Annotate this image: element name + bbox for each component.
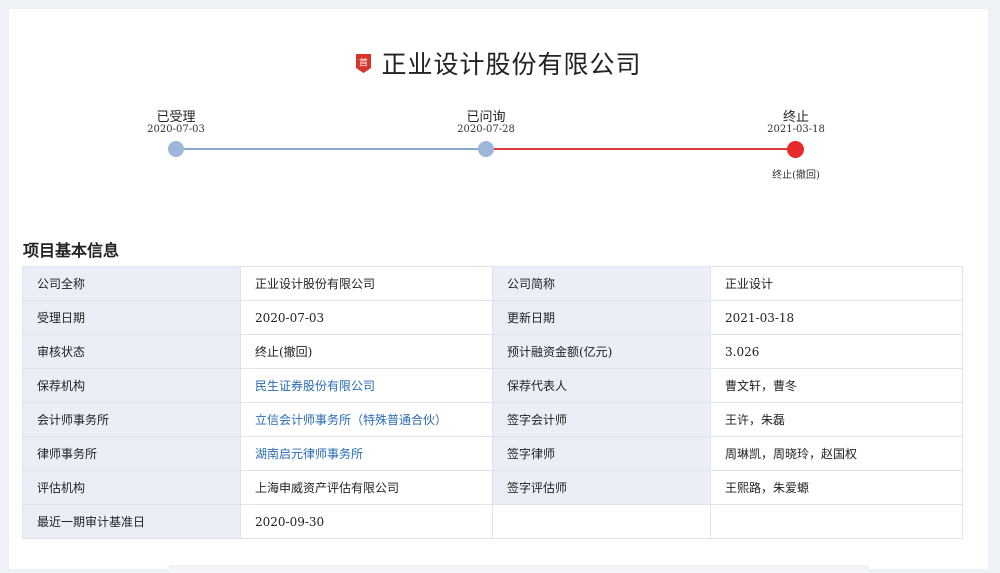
field-label: 受理日期 [22, 300, 241, 335]
table-row: 审核状态 终止(撤回) 预计融资金额(亿元) 3.026 [22, 334, 963, 369]
field-value: 终止(撤回) [240, 334, 493, 369]
field-value: 2020-09-30 [240, 504, 493, 539]
progress-timeline: 已受理 2020-07-03 已问询 2020-07-28 终止 2021-03… [9, 9, 988, 209]
field-value: 正业设计 [710, 266, 963, 301]
step-2-date: 2020-07-28 [457, 124, 515, 135]
field-value: 上海申威资产评估有限公司 [240, 470, 493, 505]
step-2-dot [478, 141, 494, 157]
project-card: 首 正业设计股份有限公司 已受理 2020-07-03 已问询 2020-07-… [9, 9, 988, 573]
step-2-label: 已问询 [466, 110, 506, 125]
field-value: 2020-07-03 [240, 300, 493, 335]
table-row: 律师事务所 湖南启元律师事务所 签字律师 周琳凯，周晓玲，赵国权 [22, 436, 963, 471]
field-label: 公司简称 [492, 266, 711, 301]
field-value: 周琳凯，周晓玲，赵国权 [710, 436, 963, 471]
table-row: 评估机构 上海申威资产评估有限公司 签字评估师 王熙路，朱爱螈 [22, 470, 963, 505]
accounting-firm-link[interactable]: 立信会计师事务所（特殊普通合伙） [240, 402, 493, 437]
empty-cell [492, 504, 711, 539]
step-1-label: 已受理 [156, 110, 196, 125]
step-3-label: 终止 [782, 110, 809, 125]
timeline-line-terminated [494, 148, 795, 150]
step-3-date: 2021-03-18 [767, 124, 825, 135]
field-value: 王许，朱磊 [710, 402, 963, 437]
field-value: 王熙路，朱爱螈 [710, 470, 963, 505]
law-firm-link[interactable]: 湖南启元律师事务所 [240, 436, 493, 471]
field-label: 保荐机构 [22, 368, 241, 403]
table-row: 受理日期 2020-07-03 更新日期 2021-03-18 [22, 300, 963, 335]
field-label: 更新日期 [492, 300, 711, 335]
timeline-line-completed [184, 148, 486, 150]
field-label: 审核状态 [22, 334, 241, 369]
table-row: 保荐机构 民生证券股份有限公司 保荐代表人 曹文轩，曹冬 [22, 368, 963, 403]
field-label: 最近一期审计基准日 [22, 504, 241, 539]
section-title: 项目基本信息 [23, 241, 120, 260]
info-table: 公司全称 正业设计股份有限公司 公司简称 正业设计 受理日期 2020-07-0… [22, 266, 963, 539]
field-label: 签字律师 [492, 436, 711, 471]
field-value: 曹文轩，曹冬 [710, 368, 963, 403]
field-label: 签字评估师 [492, 470, 711, 505]
field-value: 正业设计股份有限公司 [240, 266, 493, 301]
field-label: 公司全称 [22, 266, 241, 301]
field-value: 3.026 [710, 334, 963, 369]
step-3-note: 终止(撤回) [772, 170, 820, 181]
step-1-date: 2020-07-03 [147, 124, 205, 135]
bottom-fade [169, 565, 869, 573]
field-label: 评估机构 [22, 470, 241, 505]
field-label: 律师事务所 [22, 436, 241, 471]
table-row: 最近一期审计基准日 2020-09-30 [22, 504, 963, 539]
step-3-dot [787, 141, 804, 158]
field-label: 预计融资金额(亿元) [492, 334, 711, 369]
field-label: 保荐代表人 [492, 368, 711, 403]
table-row: 公司全称 正业设计股份有限公司 公司简称 正业设计 [22, 266, 963, 301]
table-row: 会计师事务所 立信会计师事务所（特殊普通合伙） 签字会计师 王许，朱磊 [22, 402, 963, 437]
field-label: 会计师事务所 [22, 402, 241, 437]
empty-cell [710, 504, 963, 539]
step-1-dot [168, 141, 184, 157]
field-value: 2021-03-18 [710, 300, 963, 335]
sponsor-link[interactable]: 民生证券股份有限公司 [240, 368, 493, 403]
field-label: 签字会计师 [492, 402, 711, 437]
